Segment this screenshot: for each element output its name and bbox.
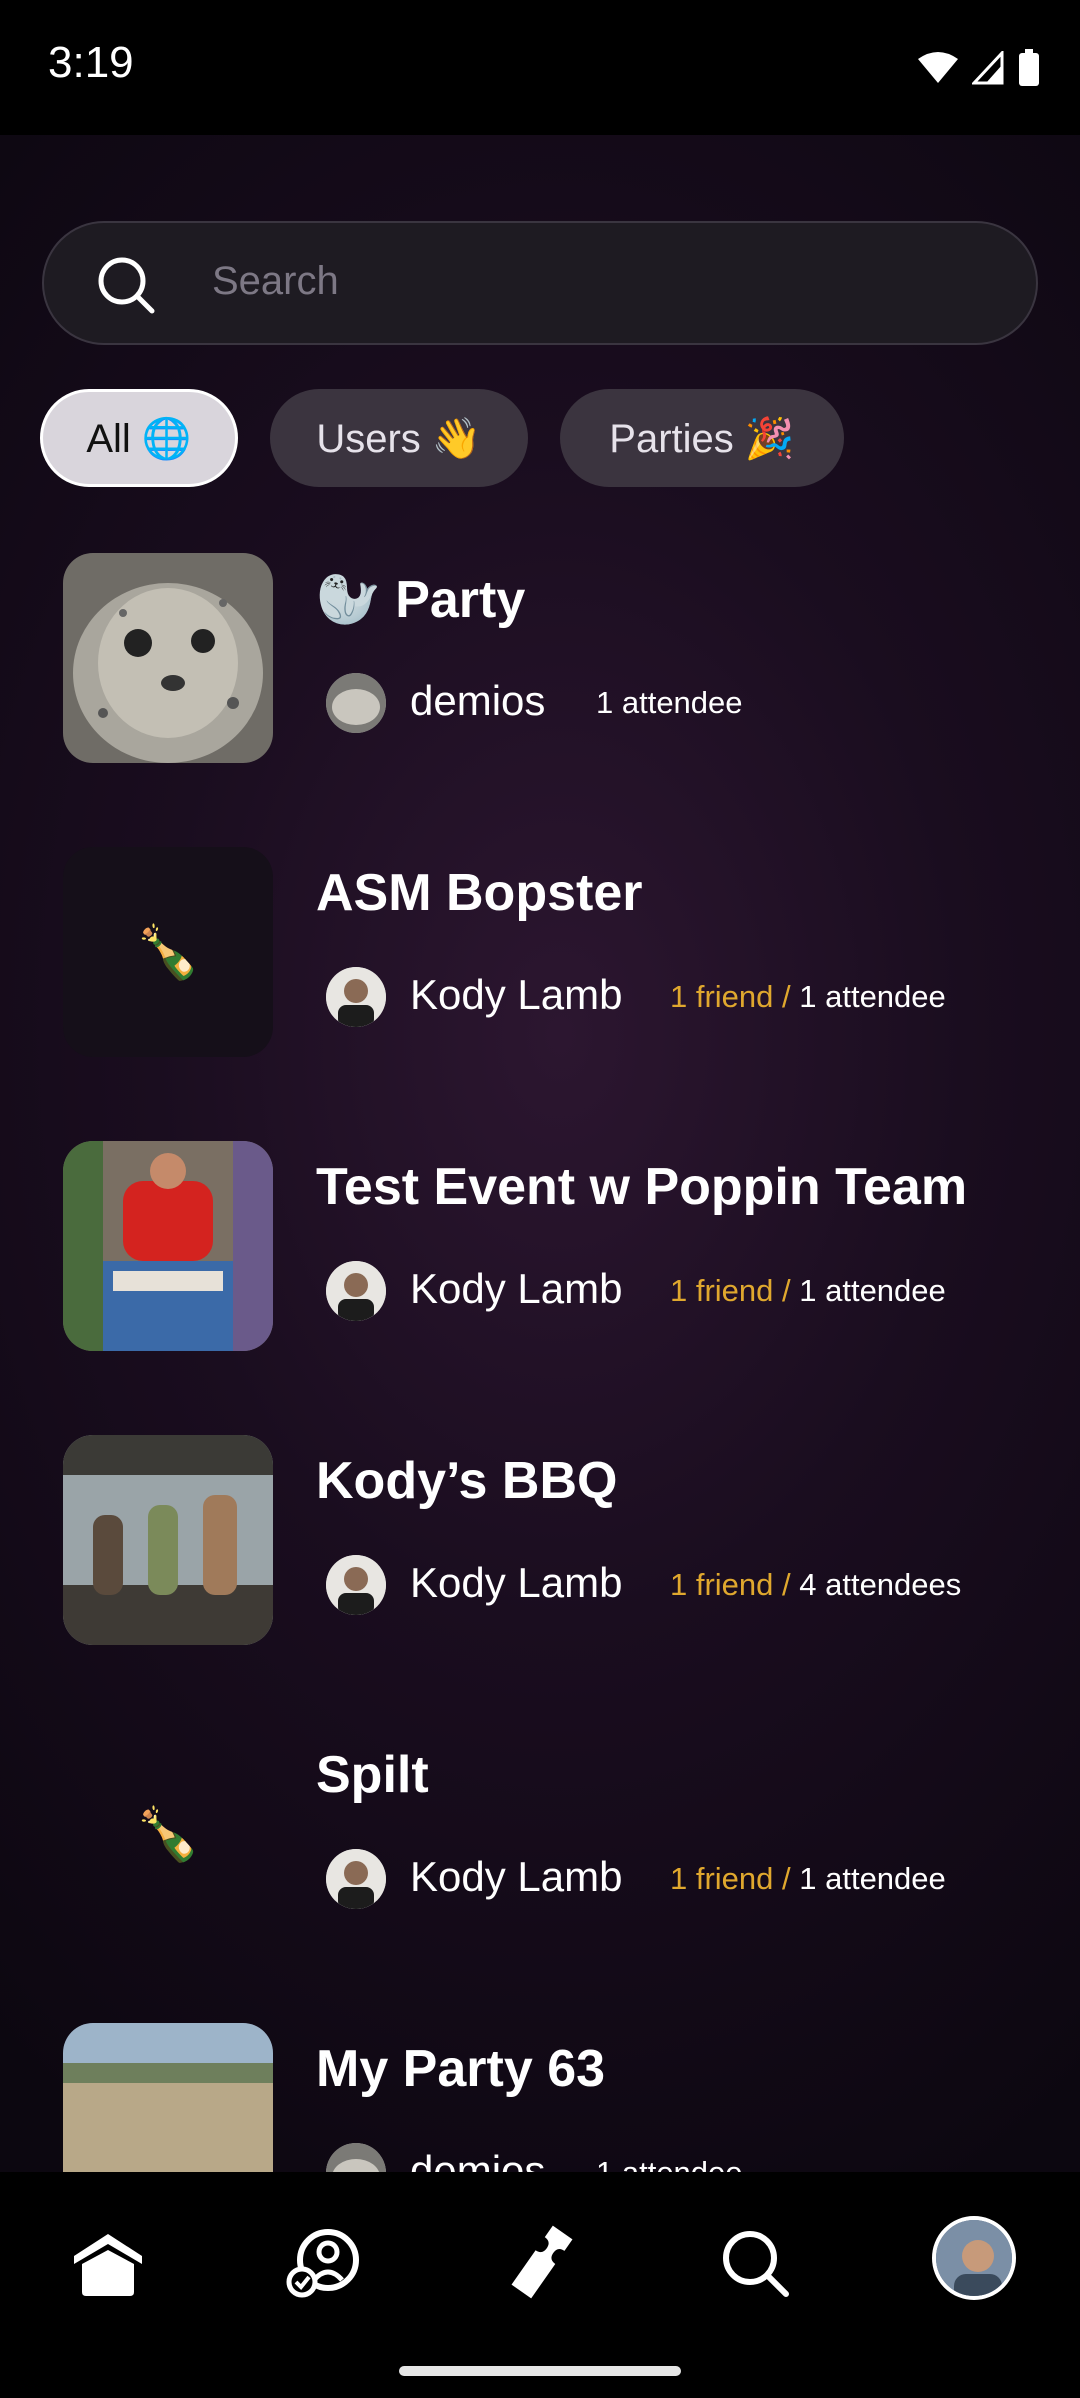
attendee-count: 4 attendees [799, 1567, 962, 1602]
host-avatar [326, 1555, 386, 1615]
search-icon [98, 257, 155, 314]
friend-count: 1 friend / [670, 1861, 791, 1896]
attendee-info: 1 friend / 1 attendee [670, 1861, 946, 1897]
ticket-icon[interactable] [500, 2220, 584, 2304]
host-avatar [326, 1849, 386, 1909]
home-indicator [399, 2366, 681, 2376]
attendee-count: 1 attendee [799, 1861, 946, 1896]
party-row[interactable]: 🍾 Spilt Kody Lamb 1 friend / 1 attendee [0, 1729, 1080, 1939]
party-thumbnail-landscape [63, 2023, 273, 2172]
wifi-icon [918, 52, 958, 83]
filter-chip-users[interactable]: Users 👋 [270, 389, 528, 487]
host-avatar [326, 967, 386, 1027]
party-thumbnail-store [63, 1141, 273, 1351]
friend-count: 1 friend / [670, 979, 791, 1014]
party-thumbnail-seal [63, 553, 273, 763]
host-avatar [326, 2143, 386, 2172]
search-icon[interactable] [712, 2220, 796, 2304]
attendee-count: 1 attendee [596, 2155, 743, 2172]
party-row[interactable]: Kody’s BBQ Kody Lamb 1 friend / 4 attend… [0, 1435, 1080, 1645]
status-bar: 3:19 [0, 0, 1080, 135]
search-bar[interactable]: Search [42, 221, 1038, 345]
search-input[interactable]: Search [212, 259, 339, 304]
party-row[interactable]: 🦭 Party demios 1 attendee [0, 553, 1080, 763]
attendee-count: 1 attendee [799, 979, 946, 1014]
party-row[interactable]: Test Event w Poppin Team Kody Lamb 1 fri… [0, 1141, 1080, 1351]
attendee-info: 1 attendee [596, 2155, 743, 2172]
party-title: Spilt [316, 1746, 429, 1804]
party-thumbnail-bbq [63, 1435, 273, 1645]
host-name: demios [410, 677, 546, 724]
attendee-info: 1 friend / 1 attendee [670, 979, 946, 1015]
party-title: ASM Bopster [316, 864, 643, 922]
party-row[interactable]: My Party 63 demios 1 attendee [0, 2023, 1080, 2172]
party-title: Test Event w Poppin Team [316, 1158, 968, 1216]
attendee-count: 1 attendee [799, 1273, 946, 1308]
status-icons [918, 46, 1040, 90]
host-avatar [326, 1261, 386, 1321]
party-thumbnail-champagne: 🍾 [63, 1729, 273, 1939]
profile-avatar[interactable] [932, 2216, 1016, 2300]
battery-icon [1019, 49, 1039, 86]
friend-count: 1 friend / [670, 1273, 791, 1308]
host-name: Kody Lamb [410, 1265, 623, 1312]
champagne-icon: 🍾 [135, 1804, 201, 1865]
party-title: 🦭 Party [316, 571, 526, 629]
champagne-icon: 🍾 [135, 922, 201, 983]
friend-count: 1 friend / [670, 1567, 791, 1602]
party-row[interactable]: 🍾 ASM Bopster Kody Lamb 1 friend / 1 att… [0, 847, 1080, 1057]
attendee-count: 1 attendee [596, 685, 743, 720]
profile-photo [936, 2220, 1012, 2296]
filter-chip-parties[interactable]: Parties 🎉 [560, 389, 844, 487]
bottom-nav [0, 2172, 1080, 2398]
party-thumbnail-champagne: 🍾 [63, 847, 273, 1057]
search-results-screen: Search All 🌐 Users 👋 Parties 🎉 🦭 Party d… [0, 135, 1080, 2172]
home-icon[interactable] [66, 2220, 150, 2304]
filter-chip-all[interactable]: All 🌐 [40, 389, 238, 487]
friends-icon[interactable] [282, 2220, 366, 2304]
host-name: Kody Lamb [410, 1853, 623, 1900]
party-title: Kody’s BBQ [316, 1452, 618, 1510]
status-time: 3:19 [48, 38, 134, 87]
party-title: My Party 63 [316, 2040, 606, 2098]
attendee-info: 1 attendee [596, 685, 743, 721]
attendee-info: 1 friend / 1 attendee [670, 1273, 946, 1309]
host-name: Kody Lamb [410, 971, 623, 1018]
host-name: demios [410, 2147, 546, 2172]
host-name: Kody Lamb [410, 1559, 623, 1606]
host-avatar [326, 673, 386, 733]
attendee-info: 1 friend / 4 attendees [670, 1567, 961, 1603]
cellular-signal-icon [972, 51, 1004, 85]
